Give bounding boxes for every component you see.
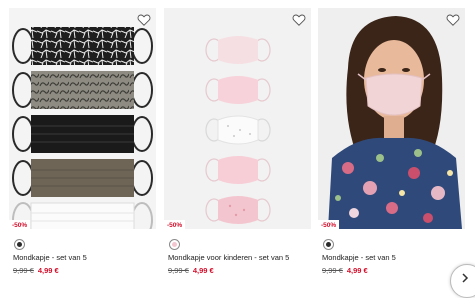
product-name[interactable]: Mondkapje voor kinderen - set van 5: [168, 253, 289, 262]
color-swatch[interactable]: [14, 239, 25, 250]
price-row: 9,99 €4,99 €: [13, 266, 59, 275]
color-swatch[interactable]: [169, 239, 180, 250]
product-card[interactable]: -50% Mondkapje - set van 5 9,99 €4,99 €: [9, 0, 156, 280]
product-name[interactable]: Mondkapje - set van 5: [322, 253, 396, 262]
original-price: 9,99 €: [13, 266, 34, 275]
swatch-color-dot: [326, 242, 331, 247]
color-swatch[interactable]: [323, 239, 334, 250]
product-name[interactable]: Mondkapje - set van 5: [13, 253, 87, 262]
product-card[interactable]: -50% Mondkapje voor kinderen - set van 5…: [164, 0, 311, 280]
product-image[interactable]: -50%: [318, 8, 465, 229]
carousel-next-button[interactable]: [450, 264, 475, 298]
original-price: 9,99 €: [322, 266, 343, 275]
discount-badge: -50%: [9, 220, 31, 229]
chevron-right-icon: [462, 273, 469, 283]
heart-icon[interactable]: [137, 13, 151, 27]
swatch-color-dot: [17, 242, 22, 247]
sale-price: 4,99 €: [192, 266, 214, 275]
swatch-color-dot: [172, 242, 177, 247]
product-card[interactable]: -50% Mondkapje - set van 5 9,99 €4,99 €: [318, 0, 465, 280]
price-row: 9,99 €4,99 €: [322, 266, 368, 275]
discount-badge: -50%: [318, 220, 340, 229]
original-price: 9,99 €: [168, 266, 189, 275]
product-image[interactable]: -50%: [164, 8, 311, 229]
product-image[interactable]: -50%: [9, 8, 156, 229]
heart-icon[interactable]: [446, 13, 460, 27]
sale-price: 4,99 €: [346, 266, 368, 275]
discount-badge: -50%: [164, 220, 186, 229]
price-row: 9,99 €4,99 €: [168, 266, 214, 275]
heart-icon[interactable]: [292, 13, 306, 27]
sale-price: 4,99 €: [37, 266, 59, 275]
